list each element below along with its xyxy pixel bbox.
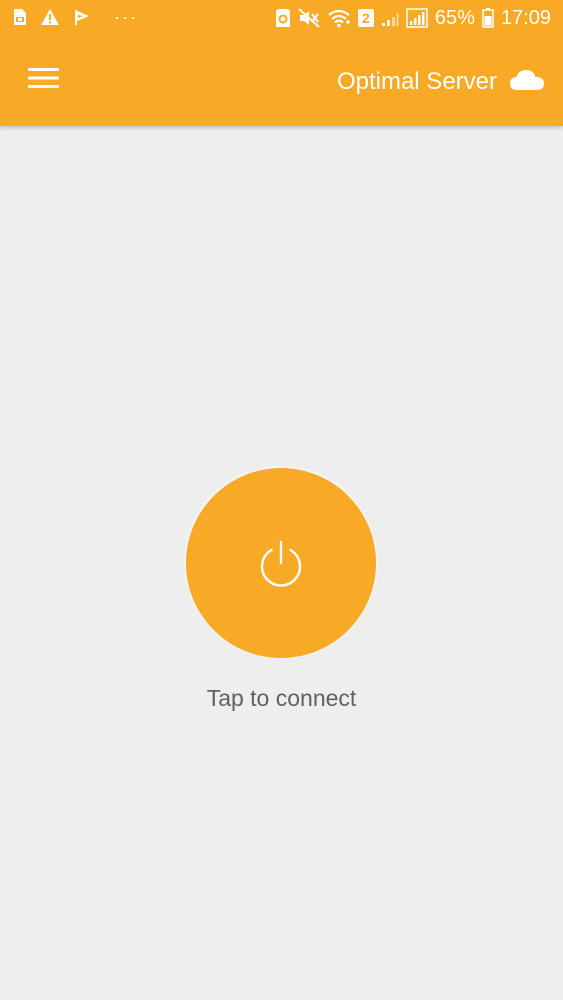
wifi-icon (327, 8, 351, 28)
mute-vibrate-icon (298, 8, 320, 28)
status-bar-right: 2 65% 17:09 (275, 7, 551, 29)
clock: 17:09 (500, 7, 551, 29)
cloud-icon (509, 68, 545, 97)
connection-status-text: Tap to connect (206, 685, 357, 711)
nfc-icon (275, 8, 291, 28)
status-bar-left: ··· (11, 8, 138, 26)
hamburger-menu-icon (22, 60, 66, 100)
status-bar: ··· 2 65% 17:09 (0, 0, 563, 38)
server-selector-button[interactable]: Optimal Server (337, 64, 545, 100)
sync-flag-icon (73, 8, 91, 26)
sim-card-icon (11, 8, 27, 26)
connect-power-button[interactable] (186, 468, 376, 658)
sim-2-badge-icon: 2 (357, 9, 374, 27)
battery-percent: 65% (434, 7, 475, 29)
app-bar: ··· 2 65% 17:09 Optimal Server (0, 0, 563, 126)
signal-weak-icon (381, 9, 399, 27)
battery-icon (482, 8, 494, 28)
menu-button[interactable] (22, 60, 66, 100)
server-label: Optimal Server (336, 68, 497, 95)
power-icon (256, 538, 306, 588)
more-notifications-icon: ··· (114, 7, 138, 27)
signal-icon (406, 8, 428, 28)
warning-icon (40, 8, 60, 26)
